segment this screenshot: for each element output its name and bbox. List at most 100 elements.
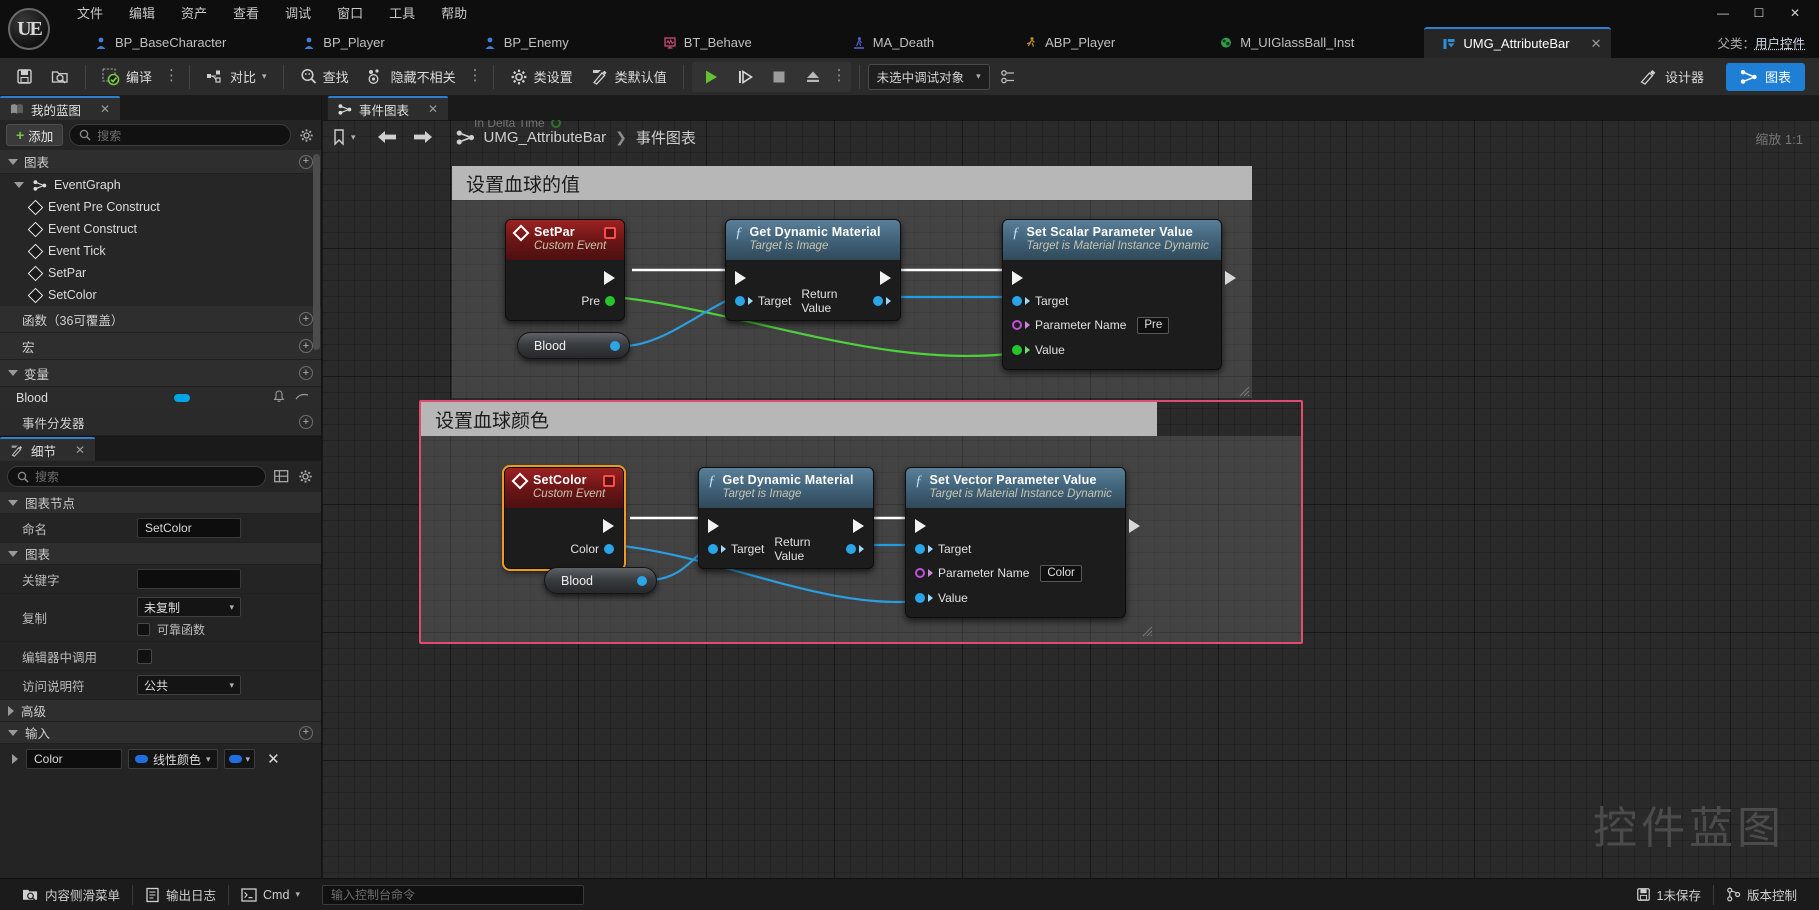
add-input-button[interactable]: +: [299, 725, 313, 740]
details-settings-button[interactable]: [296, 468, 314, 486]
diff-button[interactable]: 对比 ▾: [198, 62, 275, 92]
details-layout-button[interactable]: [272, 468, 290, 486]
output-pin-return-value[interactable]: Return Value: [774, 535, 864, 563]
exec-input-pin[interactable]: [708, 518, 719, 533]
menu-file[interactable]: 文件: [64, 4, 116, 23]
console-command-input[interactable]: 输入控制台命令: [321, 884, 584, 905]
tree-item-setpar[interactable]: SetPar: [0, 262, 321, 284]
exec-output-pin[interactable]: [1129, 518, 1140, 533]
menu-view[interactable]: 查看: [220, 4, 272, 23]
compile-button[interactable]: 编译: [94, 62, 160, 92]
unreal-logo[interactable]: UE: [0, 0, 58, 58]
data-pin-icon[interactable]: [637, 575, 647, 586]
tree-item-event-tick[interactable]: Event Tick: [0, 240, 321, 262]
revision-control-button[interactable]: 版本控制: [1714, 883, 1809, 907]
node-set-vector-parameter-value[interactable]: ƒ Set Vector Parameter Value Target is M…: [905, 467, 1140, 619]
tree-item-event-construct[interactable]: Event Construct: [0, 218, 321, 240]
breadcrumb-item-asset[interactable]: UMG_AttributeBar: [484, 129, 607, 146]
node-variable-blood-1[interactable]: Blood: [517, 332, 630, 359]
bell-icon[interactable]: [273, 390, 285, 406]
input-pin-name-field[interactable]: Color: [26, 749, 122, 769]
exec-output-pin[interactable]: [603, 518, 614, 533]
asset-tab-ma-death[interactable]: MA_Death: [834, 27, 960, 58]
delegate-pin-icon[interactable]: [603, 475, 615, 487]
debug-object-select[interactable]: 未选中调试对象 ▾: [867, 63, 990, 90]
keywords-input[interactable]: [137, 569, 241, 589]
bookmark-button[interactable]: ▾: [332, 128, 356, 146]
close-icon[interactable]: ✕: [1591, 36, 1602, 52]
class-settings-button[interactable]: 类设置: [502, 62, 581, 92]
input-pin-type-select[interactable]: 线性颜色 ▾: [128, 749, 218, 769]
cmd-mode-button[interactable]: Cmd ▾: [229, 883, 312, 907]
play-button[interactable]: [694, 62, 728, 92]
content-drawer-button[interactable]: 内容侧滑菜单: [10, 883, 132, 907]
node-setpar[interactable]: SetPar Custom Event Pre: [505, 219, 625, 322]
details-category-graph-node[interactable]: 图表节点: [0, 492, 321, 514]
remove-input-pin-button[interactable]: ✕: [267, 750, 280, 768]
details-category-inputs[interactable]: 输入 +: [0, 722, 321, 744]
tree-item-event-pre-construct[interactable]: Event Pre Construct: [0, 196, 321, 218]
maximize-button[interactable]: ☐: [1741, 2, 1777, 24]
asset-tab-bt-behave[interactable]: BT_Behave: [645, 27, 778, 58]
tree-section-macros[interactable]: 宏 +: [0, 333, 321, 360]
menu-window[interactable]: 窗口: [324, 4, 376, 23]
comment-resize-handle[interactable]: [1141, 624, 1153, 637]
tab-details[interactable]: 细节 ✕: [0, 437, 96, 461]
hide-unrelated-options-button[interactable]: [466, 71, 485, 82]
asset-tab-abp-player[interactable]: ABP_Player: [1006, 27, 1141, 58]
class-defaults-button[interactable]: 类默认值: [583, 62, 675, 92]
output-pin-pre[interactable]: Pre: [581, 294, 615, 308]
tree-section-functions[interactable]: 函数（36可覆盖） +: [0, 306, 321, 333]
asset-tab-m-uiglassball-inst[interactable]: M_UIGlassBall_Inst: [1201, 27, 1380, 58]
designer-mode-button[interactable]: 设计器: [1626, 63, 1718, 91]
input-pin-parameter-name[interactable]: Parameter Name Color: [915, 564, 1082, 582]
tab-event-graph[interactable]: 事件图表 ✕: [328, 96, 449, 120]
access-specifier-select[interactable]: 公共 ▾: [137, 675, 241, 695]
call-in-editor-checkbox[interactable]: [137, 648, 152, 664]
menu-help[interactable]: 帮助: [428, 4, 480, 23]
find-button[interactable]: 查找: [292, 62, 357, 92]
tree-section-graphs[interactable]: 图表 +: [0, 150, 321, 174]
asset-tab-umg-attributebar[interactable]: UMG_AttributeBar ✕: [1424, 27, 1612, 58]
output-log-button[interactable]: 输出日志: [133, 883, 228, 907]
input-pin-value[interactable]: Value: [1012, 343, 1065, 357]
node-setcolor[interactable]: SetColor Custom Event Color: [504, 467, 624, 570]
exec-input-pin[interactable]: [1012, 270, 1023, 285]
close-icon[interactable]: ✕: [75, 443, 85, 457]
stop-button[interactable]: [762, 62, 796, 92]
add-button[interactable]: + 添加: [6, 124, 64, 146]
menu-edit[interactable]: 编辑: [116, 4, 168, 23]
parameter-name-input[interactable]: Color: [1040, 564, 1082, 582]
exec-output-pin[interactable]: [604, 270, 615, 285]
exec-output-pin[interactable]: [853, 518, 864, 533]
my-blueprint-settings-button[interactable]: [297, 126, 315, 144]
input-pin-target[interactable]: Target: [708, 542, 764, 556]
visibility-icon[interactable]: [295, 391, 309, 405]
delegate-pin-icon[interactable]: [604, 227, 616, 239]
details-search-input[interactable]: 搜索: [7, 466, 266, 487]
menu-tools[interactable]: 工具: [376, 4, 428, 23]
input-pin-target[interactable]: Target: [1012, 294, 1068, 308]
add-graph-button[interactable]: +: [299, 154, 313, 169]
node-name-input[interactable]: SetColor: [137, 518, 241, 538]
tree-item-setcolor[interactable]: SetColor: [0, 284, 321, 306]
output-pin-color[interactable]: Color: [570, 542, 614, 556]
asset-tab-bp-basecharacter[interactable]: BP_BaseCharacter: [76, 27, 252, 58]
hide-unrelated-button[interactable]: 隐藏不相关: [359, 62, 464, 92]
close-icon[interactable]: ✕: [428, 102, 438, 116]
details-category-advanced[interactable]: 高级: [0, 700, 321, 722]
add-macro-button[interactable]: +: [299, 339, 313, 353]
tree-scrollbar[interactable]: [313, 154, 320, 350]
tree-section-event-dispatchers[interactable]: 事件分发器 +: [0, 409, 321, 436]
add-function-button[interactable]: +: [299, 312, 313, 326]
minimize-button[interactable]: —: [1705, 2, 1741, 24]
exec-input-pin[interactable]: [735, 270, 746, 285]
data-pin-icon[interactable]: [610, 340, 620, 351]
exec-input-pin[interactable]: [915, 518, 926, 533]
asset-tab-bp-player[interactable]: BP_Player: [284, 27, 410, 58]
replication-select[interactable]: 未复制 ▾: [137, 597, 241, 617]
node-variable-blood-2[interactable]: Blood: [544, 567, 657, 594]
tree-section-variables[interactable]: 变量 +: [0, 360, 321, 387]
input-pin-value[interactable]: Value: [915, 591, 968, 605]
input-pin-target[interactable]: Target: [915, 542, 971, 556]
